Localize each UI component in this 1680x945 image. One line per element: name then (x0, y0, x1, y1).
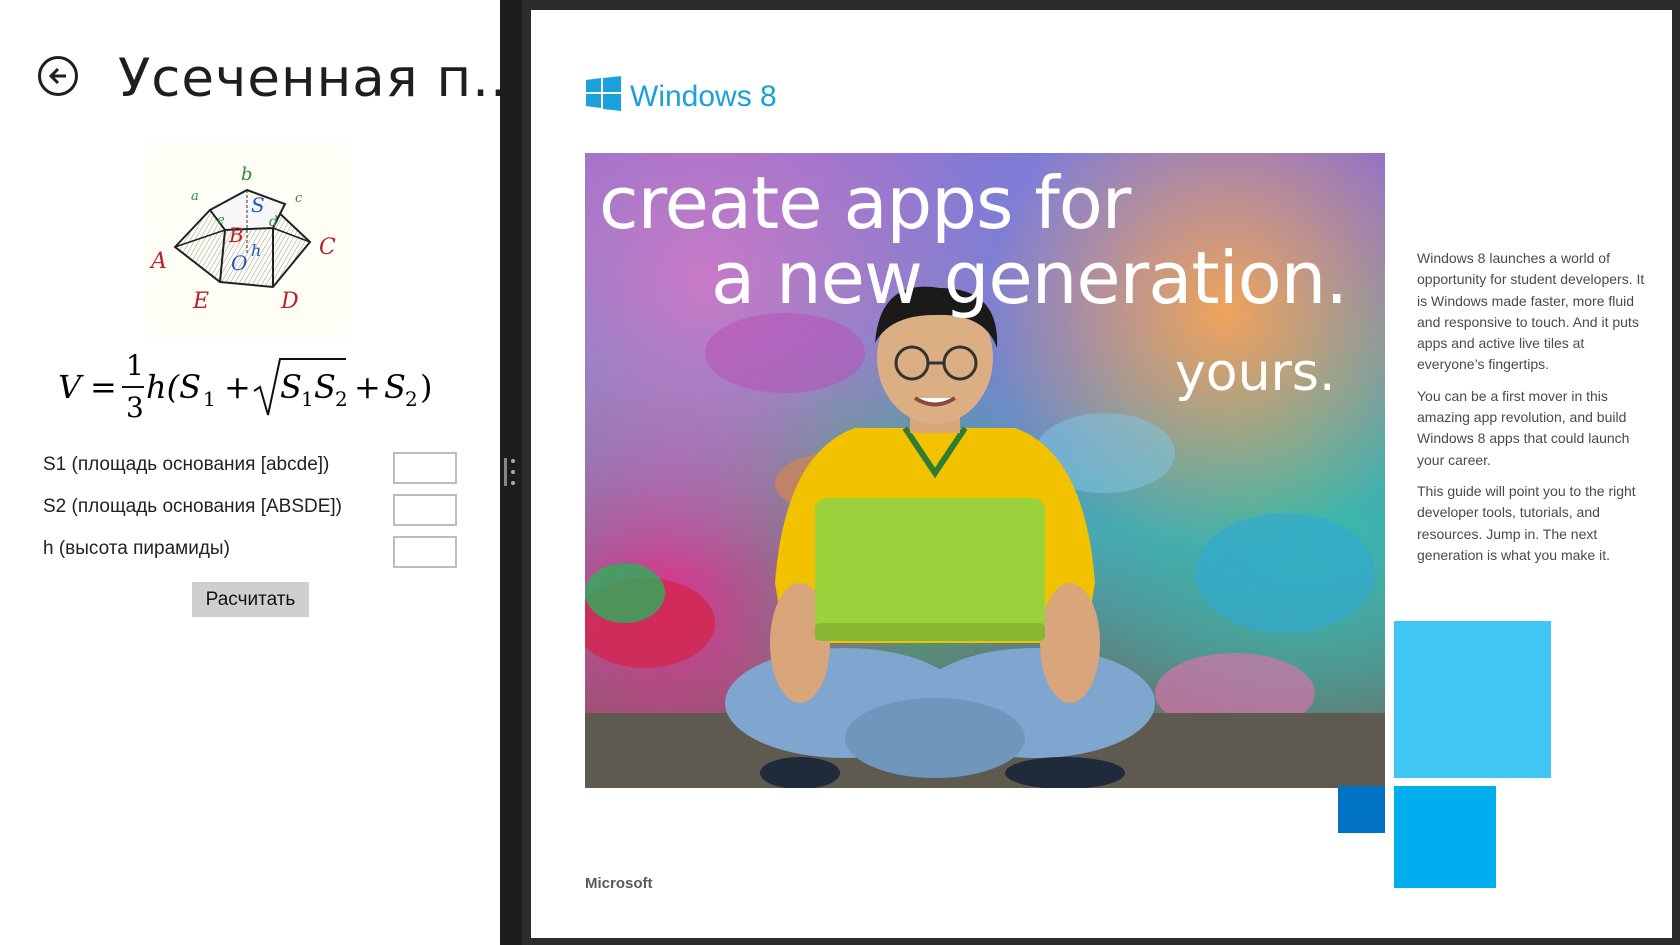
label-C: C (319, 235, 336, 260)
svg-text:2: 2 (335, 387, 348, 411)
paragraph-2: You can be a first mover in this amazing… (1417, 387, 1630, 468)
svg-text:): ) (420, 368, 432, 406)
label-b-small: b (241, 164, 253, 185)
label-O: O (231, 251, 247, 275)
label-A: A (149, 249, 167, 274)
svg-text:h(S: h(S (146, 368, 201, 406)
svg-text:S: S (314, 368, 336, 406)
label-d-small: d (269, 214, 278, 230)
svg-text:+: + (224, 368, 251, 406)
windows8-logo-text: Windows 8 (630, 80, 777, 113)
page-title: Усеченная п... (118, 48, 526, 109)
svg-text:S: S (384, 368, 406, 406)
label-E: E (192, 289, 209, 314)
s1-input[interactable] (393, 452, 457, 484)
document-page[interactable]: Windows 8 create apps for a new generati… (531, 10, 1672, 938)
svg-text:=: = (90, 368, 117, 406)
s2-label: S2 (площадь основания [ABSDE]) (43, 496, 343, 517)
s2-input[interactable] (393, 494, 457, 526)
windows-logo-icon (586, 76, 621, 111)
paragraph-1: Windows 8 launches a world of opportunit… (1417, 250, 1645, 373)
tile-medium (1394, 786, 1496, 888)
back-arrow-icon[interactable] (38, 56, 78, 96)
h-label: h (высота пирамиды) (43, 538, 230, 559)
volume-formula: V = 1 3 h(S 1 + S 1 S 2 + S 2 ) (58, 349, 432, 424)
svg-text:+: + (354, 368, 381, 406)
svg-text:1: 1 (126, 349, 144, 382)
frustum-figure: b a c e d S B h O A C E D (145, 142, 350, 337)
calculate-button[interactable]: Расчитать (192, 582, 309, 617)
svg-text:3: 3 (126, 391, 144, 424)
intro-text: Windows 8 launches a world of opportunit… (1417, 248, 1655, 576)
svg-text:V: V (58, 368, 84, 406)
svg-text:2: 2 (405, 387, 418, 411)
label-S: S (251, 193, 265, 217)
label-h: h (251, 241, 261, 260)
paragraph-3: This guide will point you to the right d… (1417, 482, 1636, 563)
hero-image: create apps for a new generation. yours. (585, 153, 1385, 788)
tile-large (1394, 621, 1551, 778)
snapped-app: Усеченная п... b a c e d S B h O A C E D… (0, 0, 525, 945)
svg-text:1: 1 (301, 387, 314, 411)
microsoft-logo: Microsoft (585, 875, 653, 892)
student-photo (725, 286, 1155, 788)
tile-small (1338, 786, 1385, 833)
svg-text:S: S (280, 368, 302, 406)
hero-headline-1: create apps for (599, 161, 1131, 245)
hero-headline-2: a new generation. (711, 236, 1348, 320)
s1-label: S1 (площадь основания [abcde]) (43, 454, 330, 475)
splitter-grip-icon[interactable] (500, 455, 522, 489)
label-a-small: a (191, 189, 199, 204)
hero-headline-3: yours. (1175, 343, 1336, 403)
label-e-small: e (217, 213, 225, 228)
h-input[interactable] (393, 536, 457, 568)
label-D: D (280, 289, 299, 314)
label-c-small: c (295, 191, 303, 206)
svg-text:1: 1 (203, 387, 216, 411)
label-B: B (228, 223, 244, 247)
